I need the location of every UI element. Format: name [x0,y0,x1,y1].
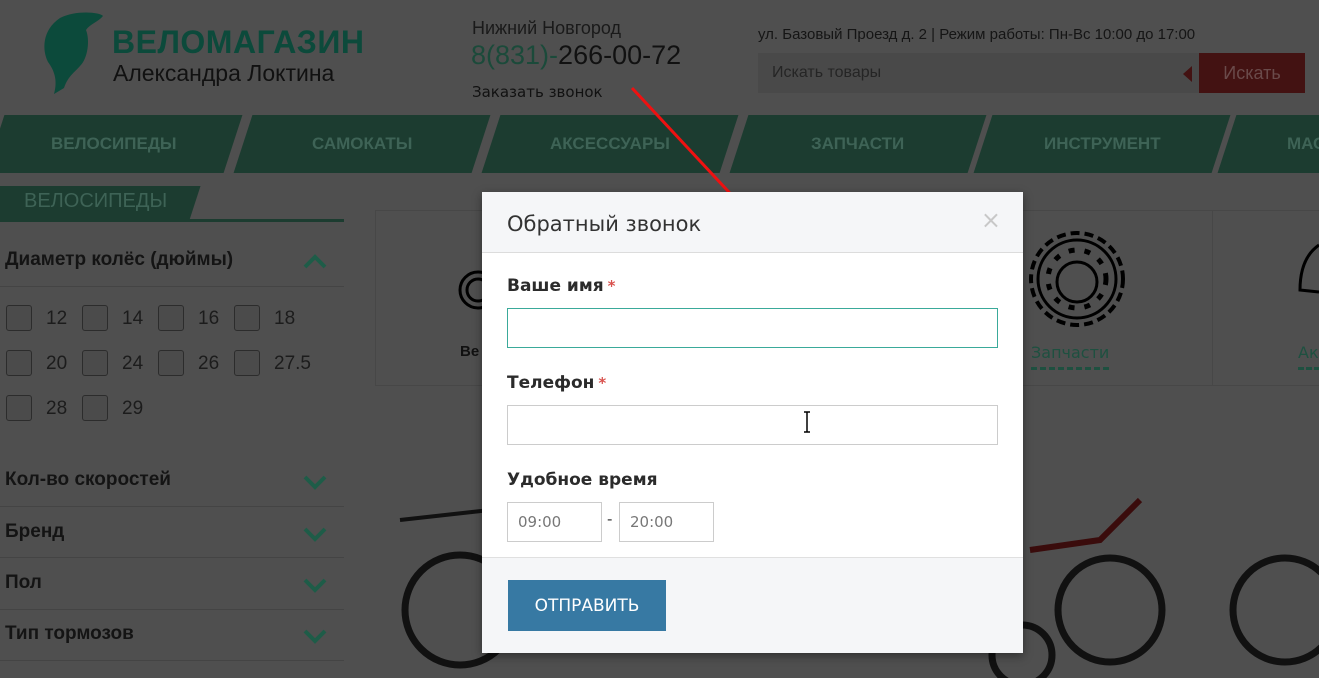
time-label: Удобное время [507,470,658,490]
modal-footer: ОТПРАВИТЬ [482,557,1023,653]
search-input[interactable] [758,53,1200,93]
nav-bikes[interactable]: ВЕЛОСИПЕДЫ [0,115,243,173]
checkbox-16[interactable] [158,305,184,331]
checkbox-18[interactable] [234,305,260,331]
category-accessories-label[interactable]: Ак [1298,343,1319,370]
helmet-icon[interactable] [1298,240,1319,296]
text-cursor-icon [804,411,810,433]
modal-header: Обратный звонок × [482,192,1023,253]
callback-link[interactable]: Заказать звонок [472,83,603,101]
checkbox-label: 12 [46,308,68,329]
time-from-field[interactable] [507,502,602,542]
checkbox-label: 27.5 [274,353,311,374]
divider [0,609,344,610]
divider [0,660,344,661]
divider [1212,210,1213,386]
checkbox-20[interactable] [6,350,32,376]
filter-brakes[interactable]: Тип тормозов [5,623,134,645]
divider [0,506,344,507]
phone-label: Телефон * [507,373,607,393]
checkbox-29[interactable] [82,395,108,421]
name-field[interactable] [507,308,998,348]
divider [0,219,344,222]
filter-speeds[interactable]: Кол-во скоростей [5,469,171,491]
close-icon[interactable]: × [981,206,1001,234]
checkbox-14[interactable] [82,305,108,331]
checkbox-12[interactable] [6,305,32,331]
submit-button[interactable]: ОТПРАВИТЬ [508,580,666,631]
checkbox-26[interactable] [158,350,184,376]
nav-scooters[interactable]: САМОКАТЫ [233,115,491,173]
category-parts-label[interactable]: Запчасти [1031,343,1110,370]
chevron-down-icon[interactable] [303,522,327,546]
checkbox-label: 20 [46,353,68,374]
checkbox-24[interactable] [82,350,108,376]
filter-brand[interactable]: Бренд [5,521,64,543]
checkbox-label: 26 [198,353,220,374]
nav-accessories[interactable]: АКСЕССУАРЫ [481,115,739,173]
sprocket-icon[interactable] [1023,222,1131,337]
checkbox-label: 29 [122,398,144,419]
address: ул. Базовый Проезд д. 2 | Режим работы: … [758,26,1196,43]
required-mark: * [598,374,607,392]
name-label: Ваше имя * [507,276,616,296]
checkbox-label: 16 [198,308,220,329]
nav-parts[interactable]: ЗАПЧАСТИ [729,115,987,173]
filter-wheel-title[interactable]: Диаметр колёс (дюймы) [5,249,233,271]
main-nav: ВЕЛОСИПЕДЫ САМОКАТЫ АКСЕССУАРЫ ЗАПЧАСТИ … [0,115,1319,173]
city: Нижний Новгород [472,18,622,38]
checkbox-label: 28 [46,398,68,419]
divider [0,286,344,287]
checkbox-label: 24 [122,353,144,374]
filter-gender[interactable]: Пол [5,572,42,594]
time-separator: - [607,510,613,528]
phone-number: 266-00-72 [558,40,682,70]
callback-modal: Обратный звонок × Ваше имя * Телефон * Удо… [482,192,1023,653]
checkbox-label: 18 [274,308,296,329]
divider [0,557,344,558]
chevron-up-icon[interactable] [303,250,327,274]
required-mark: * [607,277,616,295]
bike-image [1229,554,1319,666]
phone: 8(831)-266-00-72 [471,40,681,71]
phone-field[interactable] [507,405,998,445]
category-bikes-label[interactable]: Ве [460,343,479,360]
nav-tools[interactable]: ИНСТРУМЕНТ [973,115,1231,173]
checkbox-27.5[interactable] [234,350,260,376]
time-to-field[interactable] [619,502,714,542]
chevron-down-icon[interactable] [303,470,327,494]
logo-icon [44,12,103,94]
search-button[interactable]: Искать [1183,53,1305,93]
chevron-down-icon[interactable] [303,573,327,597]
sidebar-title: ВЕЛОСИПЕДЫ [24,190,168,212]
modal-title: Обратный звонок [507,212,702,236]
chevron-down-icon[interactable] [303,624,327,648]
checkbox-28[interactable] [6,395,32,421]
logo-title: ВЕЛОМАГАЗИН [112,24,365,60]
logo-subtitle: Александра Локтина [113,60,335,86]
phone-code: 8(831)- [471,40,559,70]
checkbox-label: 14 [122,308,144,329]
nav-oils[interactable]: МАСЛА [1217,115,1319,173]
